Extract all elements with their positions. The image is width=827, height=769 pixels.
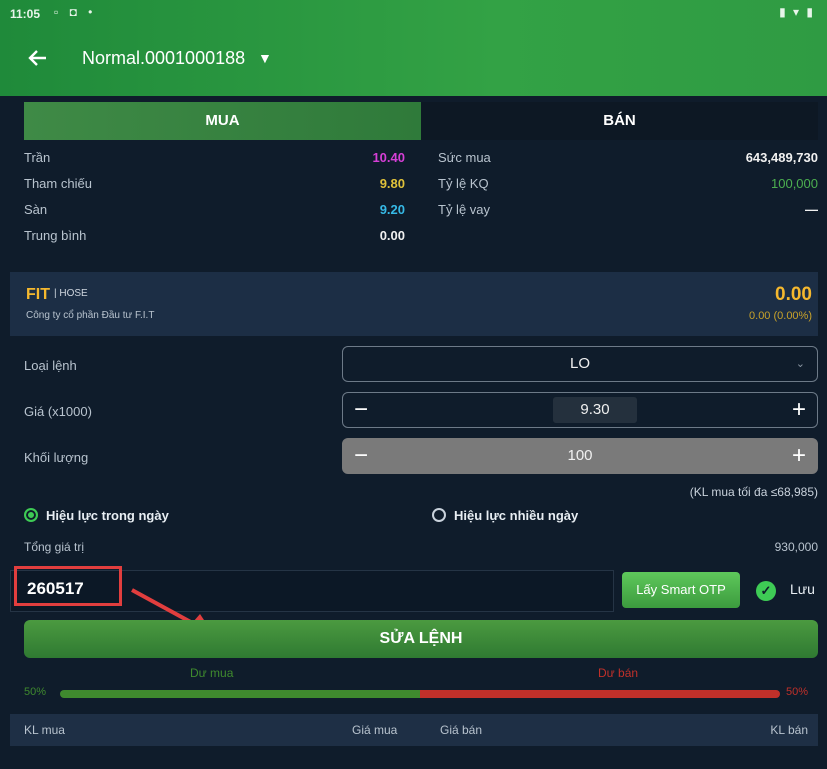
buy-price-header: Giá mua	[352, 723, 398, 737]
get-otp-button[interactable]: Lấy Smart OTP	[622, 572, 740, 608]
balance-bar	[60, 690, 780, 698]
tab-buy[interactable]: MUA	[24, 102, 421, 140]
reference-value: 9.80	[379, 176, 405, 191]
minus-icon[interactable]: −	[343, 439, 379, 473]
average-value: 0.00	[379, 228, 405, 243]
buying-power-label: Sức mua	[438, 150, 491, 165]
validity-multi-label: Hiệu lực nhiều ngày	[454, 508, 579, 523]
quantity-input[interactable]: 100	[567, 447, 592, 464]
order-book-header: KL mua Giá mua Giá bán KL bán	[10, 714, 818, 746]
loan-ratio-label: Tỷ lệ vay	[438, 202, 491, 217]
sell-balance-label: Dư bán	[598, 666, 639, 680]
quantity-label: Khối lượng	[24, 450, 89, 465]
status-bar: 11:05 ▫ ◘ • ▮ ▾ ▮	[0, 0, 827, 28]
reference-label: Tham chiếu	[24, 176, 92, 191]
stock-exchange: | HOSE	[54, 288, 88, 299]
radio-unchecked-icon	[432, 508, 446, 522]
order-side-tabs: MUA BÁN	[24, 102, 818, 140]
validity-today-label: Hiệu lực trong ngày	[46, 508, 169, 523]
average-label: Trung bình	[24, 228, 87, 243]
stock-change: 0.00 (0.00%)	[749, 310, 812, 322]
validity-today-radio[interactable]: Hiệu lực trong ngày	[24, 508, 169, 523]
status-time: 11:05	[10, 7, 41, 21]
order-type-label: Loại lệnh	[24, 358, 77, 373]
chevron-down-icon[interactable]: ▼	[258, 50, 272, 66]
minus-icon[interactable]: −	[343, 393, 379, 427]
validity-multi-radio[interactable]: Hiệu lực nhiều ngày	[432, 508, 578, 523]
sell-qty-header: KL bán	[770, 723, 808, 737]
account-selector[interactable]: Normal.0001000188	[82, 48, 245, 69]
quantity-stepper[interactable]: − 100 +	[342, 438, 818, 474]
margin-ratio-label: Tỷ lệ KQ	[438, 176, 489, 191]
ceiling-value: 10.40	[372, 150, 405, 165]
sell-percent: 50%	[786, 686, 809, 698]
chevron-down-icon: ⌄	[795, 358, 805, 370]
floor-value: 9.20	[379, 202, 405, 217]
price-input[interactable]: 9.30	[553, 397, 637, 423]
submit-order-button[interactable]: SỬA LỆNH	[24, 620, 818, 658]
loan-ratio-value: —	[805, 202, 818, 217]
stock-symbol: FIT	[26, 286, 50, 303]
system-icons: ▮ ▾ ▮	[779, 5, 815, 19]
order-type-select[interactable]: LO ⌄	[342, 346, 818, 382]
price-label: Giá (x1000)	[24, 404, 92, 419]
arrow-left-icon[interactable]	[26, 46, 52, 72]
order-type-value: LO	[569, 355, 590, 372]
buy-balance-label: Dư mua	[190, 666, 234, 680]
buy-qty-header: KL mua	[24, 723, 65, 737]
margin-ratio-value: 100,000	[771, 176, 818, 191]
stock-price: 0.00	[775, 284, 812, 305]
plus-icon[interactable]: +	[781, 393, 817, 427]
stock-card: FIT | HOSE Công ty cổ phần Đầu tư F.I.T …	[10, 272, 818, 336]
app-bar: Normal.0001000188 ▼	[0, 28, 827, 96]
floor-label: Sàn	[24, 202, 48, 217]
otp-highlight-box	[14, 566, 122, 606]
buying-power-value: 643,489,730	[745, 150, 818, 165]
plus-icon[interactable]: +	[781, 439, 817, 473]
total-value: 930,000	[774, 540, 818, 554]
sell-balance-bar	[420, 690, 780, 698]
buy-balance-bar	[60, 690, 420, 698]
buy-percent: 50%	[24, 686, 47, 698]
radio-checked-icon	[24, 508, 38, 522]
ceiling-label: Trần	[24, 150, 51, 165]
tab-sell[interactable]: BÁN	[421, 102, 818, 140]
max-quantity-note: (KL mua tối đa ≤68,985)	[689, 485, 818, 499]
notification-icons: ▫ ◘ •	[54, 5, 97, 19]
save-label: Lưu	[790, 581, 815, 597]
company-name: Công ty cổ phần Đầu tư F.I.T	[26, 310, 155, 321]
total-label: Tổng giá trị	[24, 540, 85, 554]
sell-price-header: Giá bán	[440, 723, 483, 737]
check-icon[interactable]: ✓	[756, 581, 776, 601]
price-stepper[interactable]: − 9.30 +	[342, 392, 818, 428]
